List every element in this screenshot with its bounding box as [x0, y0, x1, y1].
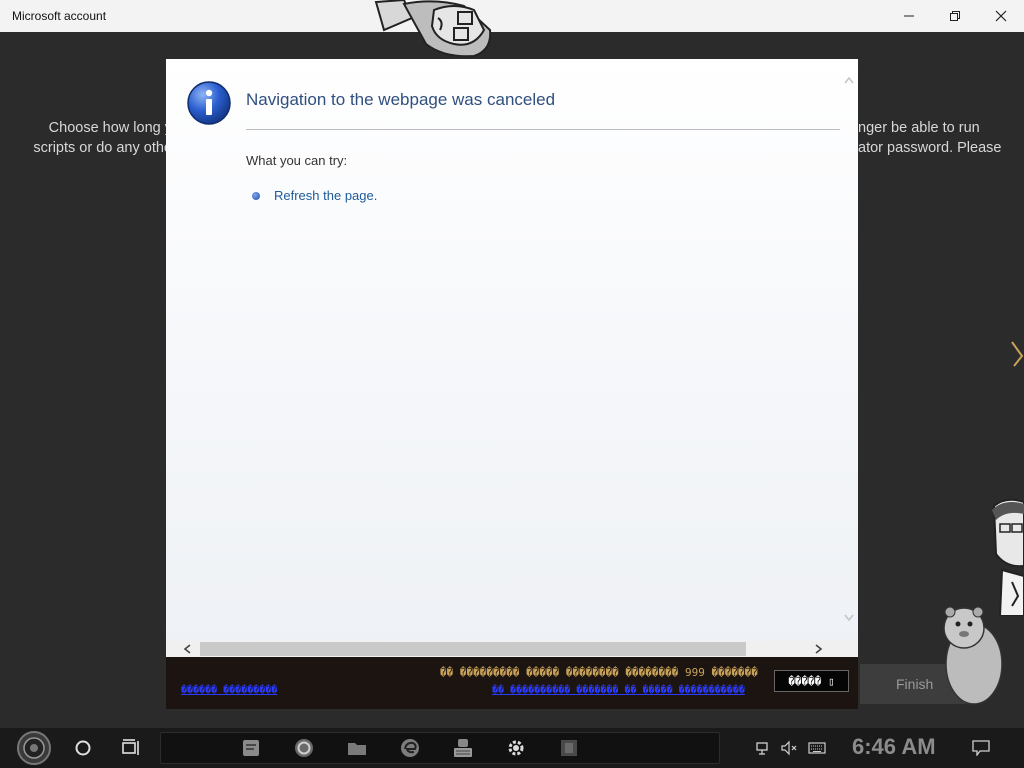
- keyboard-icon: [808, 742, 826, 754]
- info-icon: [187, 81, 231, 125]
- network-tray-button[interactable]: [754, 738, 776, 758]
- chevron-right-icon: [815, 644, 823, 654]
- footer-link-right[interactable]: �� ���������� ������� �� ����� ���������…: [492, 685, 745, 696]
- notes-icon: [243, 740, 259, 756]
- task-view-button[interactable]: [110, 728, 152, 768]
- chevron-down-icon: [844, 614, 854, 622]
- network-icon: [756, 742, 768, 755]
- settings-app-button[interactable]: [495, 728, 537, 768]
- cartoon-man-image: [992, 498, 1024, 616]
- taskbar-clock[interactable]: 6:46 AM: [852, 734, 936, 760]
- title-bar: Microsoft account: [0, 0, 1024, 32]
- store-icon: [561, 740, 577, 756]
- horizontal-scrollbar[interactable]: [166, 641, 858, 657]
- store-app-button[interactable]: [548, 728, 590, 768]
- file-explorer-button[interactable]: [336, 728, 378, 768]
- search-button[interactable]: [62, 728, 104, 768]
- minimize-button[interactable]: [886, 0, 932, 32]
- notes-app-button[interactable]: [230, 728, 272, 768]
- restore-icon: [950, 11, 960, 21]
- close-icon: [995, 10, 1007, 22]
- cortana-icon: [295, 739, 313, 757]
- dialog-divider: [246, 129, 840, 130]
- search-circle-icon: [75, 740, 91, 756]
- refresh-page-link[interactable]: Refresh the page.: [274, 188, 377, 203]
- start-button[interactable]: [10, 730, 58, 766]
- dialog-title: Navigation to the webpage was canceled: [246, 90, 556, 109]
- hamster-image: [943, 606, 1003, 705]
- task-view-icon: [122, 739, 139, 755]
- error-dialog: Navigation to the webpage was canceled W…: [166, 59, 858, 657]
- taskbar: 6:46 AM: [0, 728, 1024, 768]
- action-center-button[interactable]: [970, 738, 992, 758]
- volume-tray-button[interactable]: [778, 738, 800, 758]
- close-button[interactable]: [978, 0, 1024, 32]
- scroll-left-button[interactable]: [178, 641, 196, 657]
- footer-link-left[interactable]: ������ ���������: [181, 685, 277, 696]
- decorative-sparkle-image: [1011, 341, 1024, 367]
- scroll-up-button[interactable]: [842, 73, 856, 87]
- minimize-icon: [904, 15, 914, 17]
- edge-browser-button[interactable]: [389, 728, 431, 768]
- background-text-right: nger be able to run ator password. Pleas…: [858, 120, 1002, 156]
- cartoon-figure-top-image: [374, 0, 492, 58]
- footer-action-button[interactable]: ����� ▯: [774, 670, 849, 692]
- restore-button[interactable]: [932, 0, 978, 32]
- folder-icon: [348, 743, 366, 755]
- chevron-left-icon: [183, 644, 191, 654]
- keyboard-app-button[interactable]: [442, 728, 484, 768]
- cortana-app-button[interactable]: [283, 728, 325, 768]
- keyboard-app-icon: [454, 739, 472, 757]
- chevron-up-icon: [844, 76, 854, 84]
- footer-warning-text: �� ��������� ����� �������� �������� 999…: [440, 666, 758, 679]
- window-title: Microsoft account: [12, 9, 107, 23]
- notification-icon: [972, 740, 990, 756]
- settings-icon: [508, 740, 524, 756]
- scroll-down-button[interactable]: [842, 611, 856, 625]
- edge-icon: [401, 739, 419, 757]
- dialog-footer: �� ��������� ����� �������� �������� 999…: [166, 657, 858, 709]
- background-text-left: Choose how long y scripts or do any othe: [33, 120, 172, 156]
- dialog-subtitle: What you can try:: [246, 153, 348, 168]
- touch-keyboard-button[interactable]: [804, 738, 830, 758]
- bullet-icon: [252, 192, 260, 200]
- volume-muted-icon: [781, 740, 797, 756]
- scrollbar-thumb[interactable]: [200, 642, 746, 656]
- scroll-right-button[interactable]: [810, 641, 828, 657]
